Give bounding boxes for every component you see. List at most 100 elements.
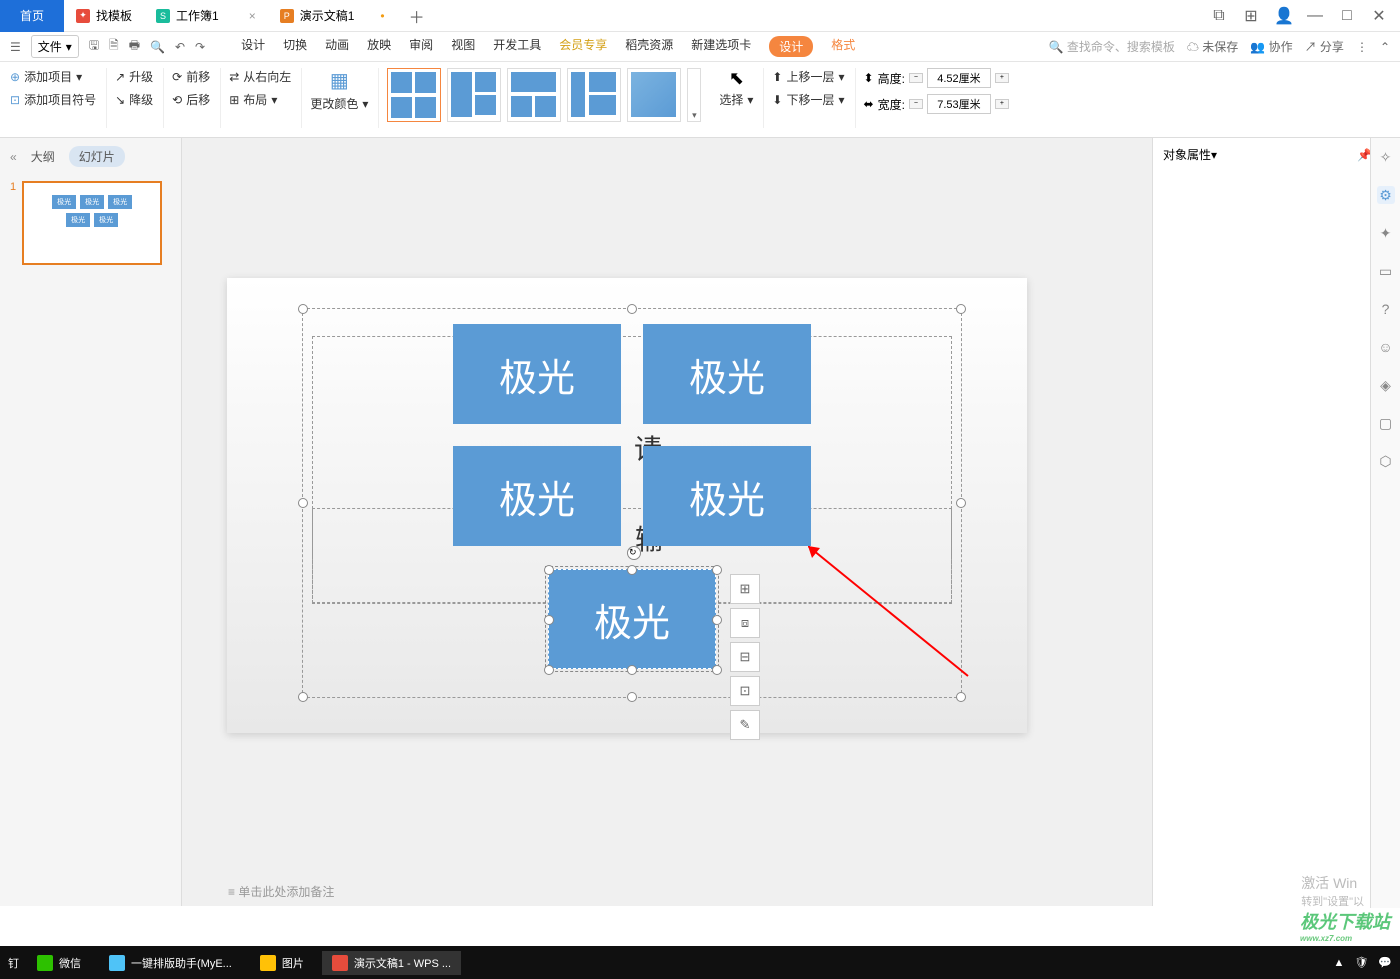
slide-tab-button[interactable]: 幻灯片 xyxy=(69,146,125,167)
move-up-button[interactable]: ⬆上移一层 ▾ xyxy=(772,68,844,85)
tab-design-static[interactable]: 设计 xyxy=(241,36,265,57)
undo-icon[interactable]: ↶ xyxy=(175,40,185,54)
handle[interactable] xyxy=(627,692,637,702)
smartart-layout-icon[interactable]: ⊞ xyxy=(730,574,760,604)
tray-shield-icon[interactable]: 🛡 xyxy=(1354,956,1368,969)
dock-ai-icon[interactable]: ✧ xyxy=(1377,148,1395,166)
tab-presentation[interactable]: P 演示文稿1 xyxy=(268,0,397,32)
taskbar-pin[interactable]: 钉 xyxy=(8,955,19,971)
dock-slideshow-icon[interactable]: ▢ xyxy=(1377,414,1395,432)
downgrade-button[interactable]: ↘降级 xyxy=(115,91,153,108)
minimize-button[interactable]: — xyxy=(1306,7,1324,25)
tab-design-active[interactable]: 设计 xyxy=(769,36,813,57)
preset-top-large[interactable] xyxy=(507,68,561,122)
more-icon[interactable]: ⋮ xyxy=(1356,40,1368,54)
shape-2[interactable]: 极光 xyxy=(643,324,811,424)
maximize-button[interactable]: □ xyxy=(1338,7,1356,25)
handle[interactable] xyxy=(298,692,308,702)
rtl-button[interactable]: ⇄从右向左 xyxy=(229,68,291,85)
avatar-icon[interactable]: 👤 xyxy=(1274,6,1292,26)
device-icon[interactable]: ⧉ xyxy=(1210,7,1228,25)
tab-review[interactable]: 审阅 xyxy=(409,36,433,57)
tab-workbook[interactable]: S 工作簿1 × xyxy=(144,0,268,32)
collab-button[interactable]: 👥 协作 xyxy=(1250,38,1292,55)
smartart-org-icon[interactable]: ⊟ xyxy=(730,642,760,672)
handle[interactable] xyxy=(298,304,308,314)
task-wechat[interactable]: 微信 xyxy=(27,951,91,975)
file-menu[interactable]: 文件▾ xyxy=(31,35,79,58)
tab-developer[interactable]: 开发工具 xyxy=(493,36,541,57)
search-input[interactable]: 🔍 查找命令、搜索模板 xyxy=(1049,38,1175,55)
rotate-handle[interactable] xyxy=(627,546,641,560)
height-plus[interactable]: + xyxy=(995,73,1009,83)
tray-up-icon[interactable]: ▲ xyxy=(1333,957,1344,969)
height-input[interactable] xyxy=(927,68,991,88)
task-folder[interactable]: 图片 xyxy=(250,951,314,975)
handle[interactable] xyxy=(627,565,637,575)
handle[interactable] xyxy=(298,498,308,508)
preview-icon[interactable]: 🔍 xyxy=(150,40,165,54)
tab-slideshow[interactable]: 放映 xyxy=(367,36,391,57)
tab-view[interactable]: 视图 xyxy=(451,36,475,57)
handle[interactable] xyxy=(627,665,637,675)
dock-present-icon[interactable]: ▭ xyxy=(1377,262,1395,280)
unsaved-button[interactable]: ☁ 未保存 xyxy=(1187,38,1238,55)
forward-button[interactable]: ⟳前移 xyxy=(172,68,210,85)
handle[interactable] xyxy=(956,304,966,314)
width-plus[interactable]: + xyxy=(995,99,1009,109)
change-color-button[interactable]: 更改颜色 ▾ xyxy=(310,95,368,112)
tray-notify-icon[interactable]: 💬 xyxy=(1378,956,1392,969)
shape-3[interactable]: 极光 xyxy=(453,446,621,546)
handle[interactable] xyxy=(712,615,722,625)
task-helper[interactable]: 一键排版助手(MyE... xyxy=(99,951,242,975)
chevron-up-icon[interactable]: ⌃ xyxy=(1380,40,1390,54)
canvas-area[interactable]: 请 输 极光 极光 极光 极光 极光 ⊞ ⧈ ⊟ ⊡ ✎ ＋ ≡ 单击此处添加 xyxy=(182,138,1152,906)
dock-service-icon[interactable]: ☺ xyxy=(1377,338,1395,356)
smartart-add-icon[interactable]: ⊡ xyxy=(730,676,760,706)
tab-template[interactable]: ✦ 找模板 xyxy=(64,0,144,32)
share-button[interactable]: ↗ 分享 xyxy=(1305,38,1344,55)
apps-icon[interactable]: ⊞ xyxy=(1242,6,1260,26)
width-minus[interactable]: − xyxy=(909,99,923,109)
close-icon[interactable]: × xyxy=(249,9,256,23)
preset-left-large[interactable] xyxy=(447,68,501,122)
slide-thumb-1[interactable]: 1 极光 极光 极光 极光 极光 xyxy=(0,175,181,271)
backward-button[interactable]: ⟲后移 xyxy=(172,91,210,108)
preset-more-button[interactable]: ▾ xyxy=(687,68,701,122)
handle[interactable] xyxy=(712,565,722,575)
handle[interactable] xyxy=(712,665,722,675)
select-button[interactable]: 选择 ▾ xyxy=(719,91,753,108)
tab-resources[interactable]: 稻壳资源 xyxy=(625,36,673,57)
handle[interactable] xyxy=(544,615,554,625)
shape-5-selected[interactable]: 极光 xyxy=(548,569,716,669)
height-minus[interactable]: − xyxy=(909,73,923,83)
width-input[interactable] xyxy=(927,94,991,114)
layout-button[interactable]: ⊞布局 ▾ xyxy=(229,91,291,108)
collapse-icon[interactable]: « xyxy=(10,150,17,164)
eyedropper-icon[interactable]: ✎ xyxy=(730,710,760,740)
close-button[interactable]: ✕ xyxy=(1370,6,1388,26)
handle[interactable] xyxy=(544,665,554,675)
add-item-button[interactable]: ⊕添加项目 ▾ xyxy=(10,68,96,85)
tab-new[interactable]: 新建选项卡 xyxy=(691,36,751,57)
tab-format[interactable]: 格式 xyxy=(831,36,855,57)
upgrade-button[interactable]: ↗升级 xyxy=(115,68,153,85)
dock-diamond-icon[interactable]: ◈ xyxy=(1377,376,1395,394)
move-down-button[interactable]: ⬇下移一层 ▾ xyxy=(772,91,844,108)
shape-1[interactable]: 极光 xyxy=(453,324,621,424)
dock-help-icon[interactable]: ? xyxy=(1377,300,1395,318)
preset-sidebar[interactable] xyxy=(567,68,621,122)
task-wps[interactable]: 演示文稿1 - WPS ... xyxy=(322,951,461,975)
redo-icon[interactable]: ↷ xyxy=(195,40,205,54)
handle[interactable] xyxy=(956,692,966,702)
outline-tab-button[interactable]: 大纲 xyxy=(31,148,55,165)
dock-sparkle-icon[interactable]: ✦ xyxy=(1377,224,1395,242)
tab-animation[interactable]: 动画 xyxy=(325,36,349,57)
print-icon[interactable]: 🖶 xyxy=(129,36,140,57)
notes-placeholder[interactable]: ≡ 单击此处添加备注 xyxy=(228,883,334,900)
tab-add-button[interactable]: ＋ xyxy=(397,4,437,28)
add-symbol-button[interactable]: ⊡添加项目符号 xyxy=(10,91,96,108)
save-icon[interactable]: 🖫 xyxy=(89,36,99,57)
preset-single[interactable] xyxy=(627,68,681,122)
handle[interactable] xyxy=(544,565,554,575)
